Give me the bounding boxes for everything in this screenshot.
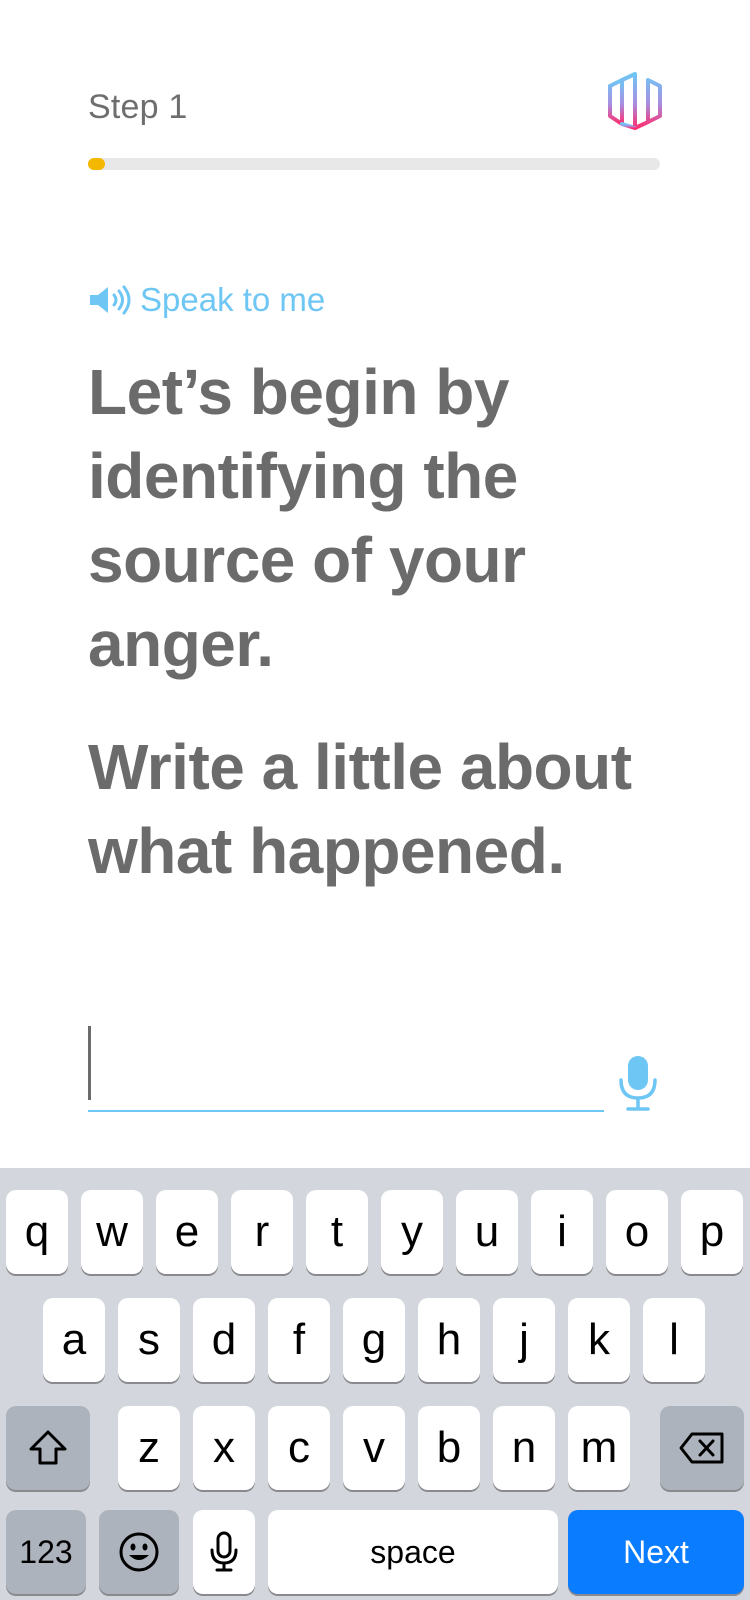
key-i[interactable]: i	[531, 1190, 593, 1274]
key-e[interactable]: e	[156, 1190, 218, 1274]
key-t[interactable]: t	[306, 1190, 368, 1274]
progress-fill	[88, 158, 105, 170]
next-key[interactable]: Next	[568, 1510, 744, 1594]
shift-key[interactable]	[6, 1406, 90, 1490]
microphone-icon	[210, 1531, 238, 1572]
emoji-icon	[119, 1532, 159, 1572]
key-p[interactable]: p	[681, 1190, 743, 1274]
numbers-key[interactable]: 123	[6, 1510, 86, 1594]
key-x[interactable]: x	[193, 1406, 255, 1490]
key-r[interactable]: r	[231, 1190, 293, 1274]
backspace-icon	[679, 1432, 724, 1464]
key-z[interactable]: z	[118, 1406, 180, 1490]
key-h[interactable]: h	[418, 1298, 480, 1382]
key-u[interactable]: u	[456, 1190, 518, 1274]
key-n[interactable]: n	[493, 1406, 555, 1490]
microphone-icon[interactable]	[616, 1054, 660, 1112]
key-k[interactable]: k	[568, 1298, 630, 1382]
on-screen-keyboard: q w e r t y u i o p a s d f g h j k l z …	[0, 1168, 750, 1600]
shift-icon	[29, 1430, 67, 1465]
key-a[interactable]: a	[43, 1298, 105, 1382]
speaker-icon	[90, 285, 131, 315]
key-v[interactable]: v	[343, 1406, 405, 1490]
key-d[interactable]: d	[193, 1298, 255, 1382]
key-l[interactable]: l	[643, 1298, 705, 1382]
space-key[interactable]: space	[268, 1510, 558, 1594]
key-s[interactable]: s	[118, 1298, 180, 1382]
key-b[interactable]: b	[418, 1406, 480, 1490]
progress-bar	[88, 158, 660, 170]
key-m[interactable]: m	[568, 1406, 630, 1490]
key-w[interactable]: w	[81, 1190, 143, 1274]
key-y[interactable]: y	[381, 1190, 443, 1274]
text-caret	[88, 1026, 91, 1100]
key-g[interactable]: g	[343, 1298, 405, 1382]
key-c[interactable]: c	[268, 1406, 330, 1490]
speak-to-me-label: Speak to me	[140, 281, 326, 318]
key-q[interactable]: q	[6, 1190, 68, 1274]
prompt-instruction: Write a little about what happened.	[88, 731, 632, 887]
key-j[interactable]: j	[493, 1298, 555, 1382]
step-label: Step 1	[88, 88, 188, 126]
dictation-key[interactable]	[193, 1510, 255, 1594]
anger-source-input[interactable]	[88, 1022, 604, 1112]
prompt-heading: Let’s begin by identifying the source of…	[88, 356, 526, 680]
backspace-key[interactable]	[660, 1406, 744, 1490]
emoji-key[interactable]	[99, 1510, 179, 1594]
brand-logo-icon	[608, 72, 662, 130]
key-o[interactable]: o	[606, 1190, 668, 1274]
speak-to-me-button[interactable]: Speak to me	[88, 280, 325, 320]
key-f[interactable]: f	[268, 1298, 330, 1382]
